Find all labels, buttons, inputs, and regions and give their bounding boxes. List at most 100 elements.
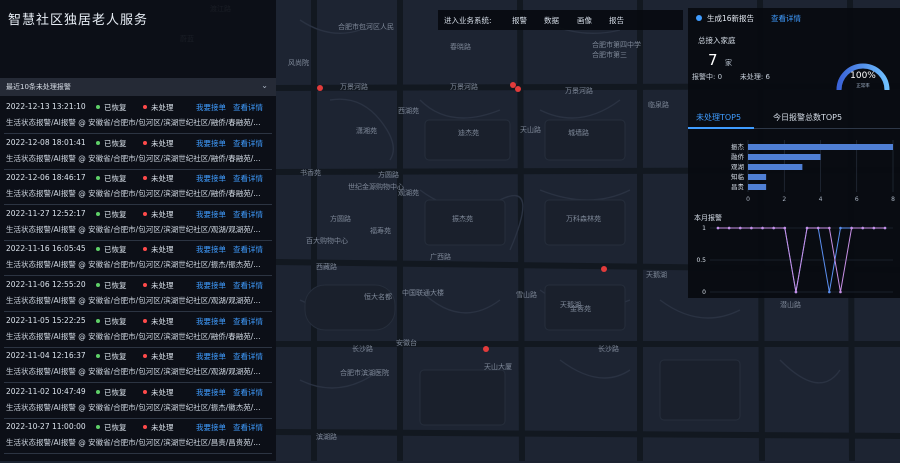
take-order-link[interactable]: 我要接单 <box>196 387 226 398</box>
category-label: 观湖 <box>731 162 745 171</box>
take-order-link[interactable]: 我要接单 <box>196 244 226 255</box>
gauge-sub: 正常率 <box>856 82 870 89</box>
take-order-link[interactable]: 我要接单 <box>196 280 226 291</box>
data-point <box>805 226 809 230</box>
alarm-marker[interactable] <box>317 85 323 91</box>
alarm-value: 0 <box>717 73 723 81</box>
tab-portrait[interactable]: 画像 <box>577 15 592 26</box>
alarm-description: 生活状态报警/AI报警 @ 安徽省/合肥市/包河区/滨湖世纪社区/融侨/春融苑/… <box>6 153 261 163</box>
view-detail-link[interactable]: 查看详情 <box>233 209 263 220</box>
alarm-marker[interactable] <box>601 266 607 272</box>
unprocessed-status: 未处理 <box>143 209 174 220</box>
recovered-status-label: 已恢复 <box>104 209 127 219</box>
alarm-description: 生活状态报警/AI报警 @ 安徽省/合肥市/包河区/滨湖世纪社区/振杰/振杰苑/… <box>6 260 261 270</box>
take-order-link[interactable]: 我要接单 <box>196 316 226 327</box>
tab-unprocessed-top5[interactable]: 未处理TOP5 <box>696 112 741 123</box>
green-dot-icon <box>96 105 100 109</box>
recovered-status: 已恢复 <box>96 351 127 362</box>
view-detail-link[interactable]: 查看详情 <box>233 316 263 327</box>
map-label: 潜山路 <box>780 301 801 309</box>
map-label: 长沙路 <box>598 345 619 353</box>
unprocessed-status-label: 未处理 <box>151 245 174 255</box>
map-label: 天山路 <box>520 126 541 134</box>
take-order-link[interactable]: 我要接单 <box>196 209 226 220</box>
take-order-link[interactable]: 我要接单 <box>196 422 226 433</box>
business-nav-label: 进入业务系统: <box>444 16 492 25</box>
data-point <box>828 226 831 230</box>
map-label: 观湖苑 <box>398 189 419 197</box>
map-label: 安徽台 <box>396 339 417 347</box>
alarm-record: 2022-11-06 12:55:20 已恢复 未处理 我要接单 查看详情 生活状态报警/… <box>0 276 276 312</box>
alarm-list-header[interactable]: 最近10条未处理报警 ⌄ <box>0 78 276 96</box>
alarm-date: 2022-12-06 18:46:17 <box>6 173 86 183</box>
divider <box>4 453 272 455</box>
data-point <box>861 226 865 230</box>
map-label: 合肥市第三 <box>592 51 627 59</box>
alarm-record: 2022-12-08 18:01:41 已恢复 未处理 我要接单 查看详情 生活状态报警/… <box>0 134 276 170</box>
unprocessed-status: 未处理 <box>143 422 174 433</box>
map-label: 城墙路 <box>568 129 589 137</box>
category-label: 融侨 <box>731 152 745 161</box>
map-label: 合肥市包河区人民 <box>338 23 394 31</box>
take-order-link[interactable]: 我要接单 <box>196 138 226 149</box>
tab-data[interactable]: 数据 <box>544 15 559 26</box>
red-dot-icon <box>143 211 147 216</box>
recovered-status-label: 已恢复 <box>104 352 127 362</box>
green-dot-icon <box>96 283 100 287</box>
notice-detail-link[interactable]: 查看详情 <box>771 13 801 24</box>
view-detail-link[interactable]: 查看详情 <box>233 173 263 184</box>
take-order-link[interactable]: 我要接单 <box>196 173 226 184</box>
map-label: 长沙路 <box>352 345 373 353</box>
families-title: 总接入家庭 <box>698 36 736 45</box>
unprocessed-status-label: 未处理 <box>151 352 174 362</box>
recovered-status-label: 已恢复 <box>104 103 127 112</box>
families-unit: 家 <box>725 59 732 67</box>
map-label: 振杰苑 <box>452 215 473 223</box>
y-tick-label: 0.5 <box>696 257 706 264</box>
alarm-marker[interactable] <box>515 86 521 92</box>
view-detail-link[interactable]: 查看详情 <box>233 422 263 433</box>
business-nav: 进入业务系统: 报警 数据 画像 报告 <box>438 10 683 30</box>
view-detail-link[interactable]: 查看详情 <box>233 102 263 113</box>
alarm-marker[interactable] <box>483 346 489 352</box>
category-label: 知临 <box>731 172 745 181</box>
map-label: 天鹅湖 <box>646 271 667 279</box>
recovered-status-label: 已恢复 <box>104 281 127 290</box>
unprocessed-status: 未处理 <box>143 351 174 362</box>
alarm-label: 报警中: <box>692 73 716 81</box>
data-point <box>794 290 798 294</box>
gauge-value: 100% <box>850 71 876 81</box>
recovered-status: 已恢复 <box>96 316 127 327</box>
data-point <box>839 226 842 230</box>
recovered-status-label: 已恢复 <box>104 174 127 184</box>
green-dot-icon <box>96 176 100 181</box>
tab-report[interactable]: 报告 <box>609 15 624 26</box>
stats-panel: 生成16新报告 查看详情 总接入家庭 7 家 报警中: 0 未处理: 6 100… <box>688 8 900 298</box>
take-order-link[interactable]: 我要接单 <box>196 102 226 113</box>
view-detail-link[interactable]: 查看详情 <box>233 351 263 362</box>
take-order-link[interactable]: 我要接单 <box>196 351 226 362</box>
map-label: 万科森林苑 <box>566 215 601 223</box>
alarm-record: 2022-11-16 16:05:45 已恢复 未处理 我要接单 查看详情 生活状态报警/… <box>0 240 276 277</box>
map-label: 合肥市第四中学 <box>592 41 641 49</box>
y-tick-label: 1 <box>702 225 706 232</box>
x-tick-label: 6 <box>855 196 859 203</box>
recovered-status: 已恢复 <box>96 244 127 255</box>
view-detail-link[interactable]: 查看详情 <box>233 138 263 149</box>
view-detail-link[interactable]: 查看详情 <box>233 244 263 255</box>
pending-label: 未处理: <box>739 73 764 81</box>
alarm-record: 2022-11-04 12:16:37 已恢复 未处理 我要接单 查看详情 生活状态报警/… <box>0 347 276 384</box>
alarm-description: 生活状态报警/AI报警 @ 安徽省/合肥市/包河区/滨湖世纪社区/观湖/观湖苑/… <box>6 367 261 377</box>
bar <box>748 174 767 180</box>
alarm-record: 2022-11-27 12:52:17 已恢复 未处理 我要接单 查看详情 生活状态报警/… <box>0 205 276 241</box>
tab-alarm[interactable]: 报警 <box>512 15 527 26</box>
x-tick-label: 0 <box>746 196 750 203</box>
unprocessed-status-label: 未处理 <box>151 174 174 184</box>
red-dot-icon <box>143 283 147 287</box>
view-detail-link[interactable]: 查看详情 <box>233 387 263 398</box>
tab-today-alarm-top5[interactable]: 今日报警总数TOP5 <box>773 112 842 123</box>
green-dot-icon <box>96 354 100 359</box>
alarm-description: 生活状态报警/AI报警 @ 安徽省/合肥市/包河区/滨湖世纪社区/观湖/观湖苑/… <box>6 296 261 305</box>
chevron-down-icon[interactable]: ⌄ <box>261 81 268 90</box>
view-detail-link[interactable]: 查看详情 <box>233 280 263 291</box>
